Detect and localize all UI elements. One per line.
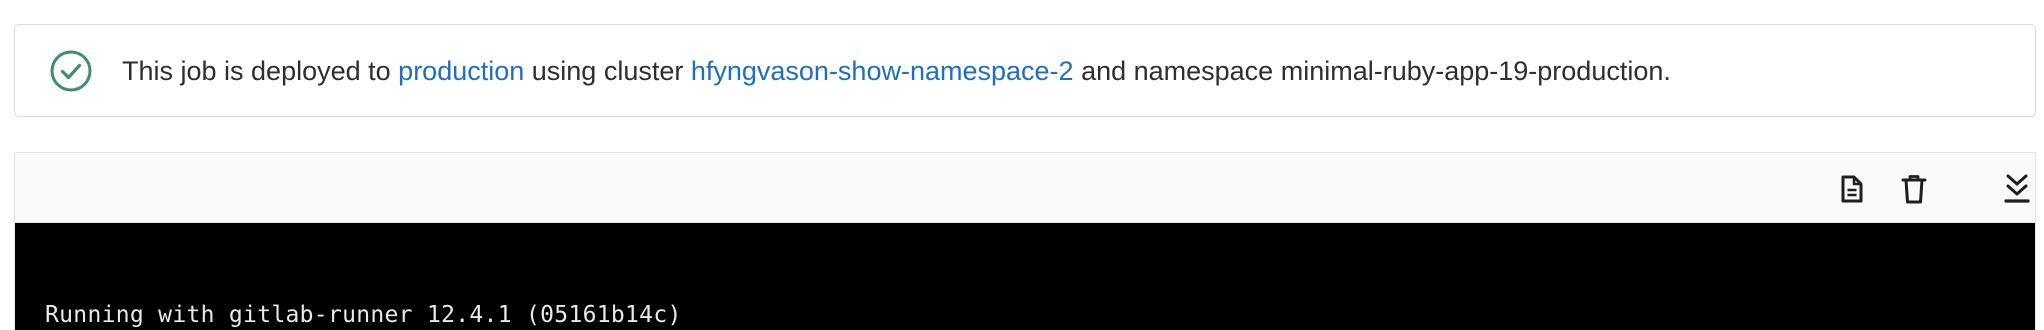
scroll-to-bottom-button[interactable] (2000, 172, 2034, 206)
deployment-text-middle: using cluster (524, 56, 691, 86)
cluster-link[interactable]: hfyngvason-show-namespace-2 (691, 56, 1074, 86)
check-circle-icon (49, 49, 93, 93)
deployment-alert: This job is deployed to production using… (14, 24, 2036, 117)
trash-icon (1900, 173, 1928, 205)
deployment-text-after: and namespace minimal-ruby-app-19-produc… (1073, 56, 1671, 86)
deployment-alert-text: This job is deployed to production using… (122, 25, 1671, 118)
job-log: Running with gitlab-runner 12.4.1 (05161… (14, 152, 2036, 330)
erase-log-button[interactable] (1897, 172, 1931, 206)
scroll-to-bottom-icon (2003, 172, 2031, 206)
log-output: Running with gitlab-runner 12.4.1 (05161… (15, 223, 2035, 330)
deployment-text-before: This job is deployed to (122, 56, 399, 86)
show-raw-button[interactable] (1835, 172, 1869, 206)
file-text-icon (1839, 174, 1865, 204)
log-toolbar (15, 153, 2035, 223)
job-page: This job is deployed to production using… (0, 0, 2044, 330)
environment-link[interactable]: production (398, 56, 524, 86)
log-line: Running with gitlab-runner 12.4.1 (05161… (45, 302, 682, 328)
